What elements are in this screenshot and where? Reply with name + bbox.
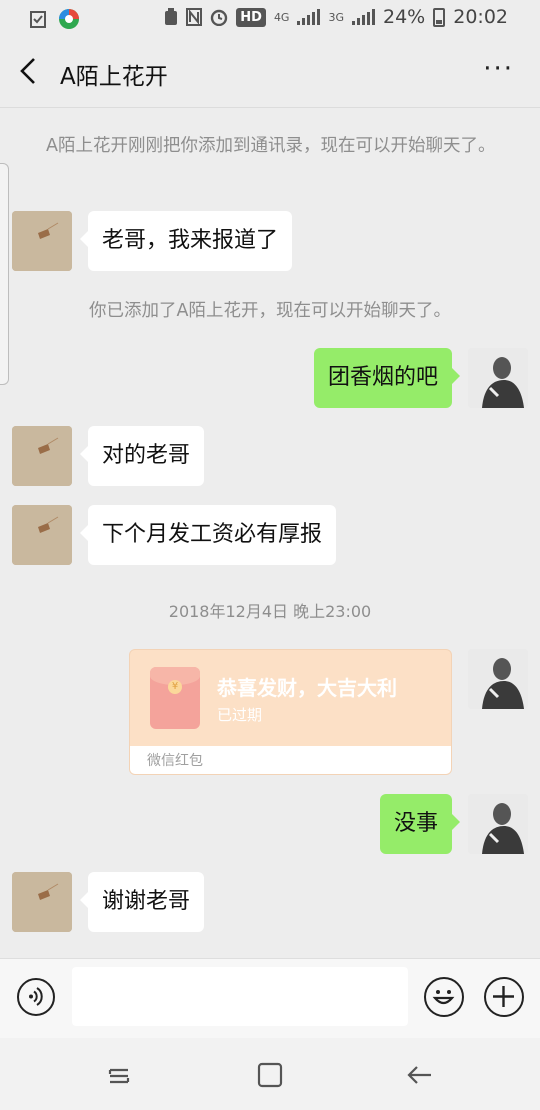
my-avatar-image [468, 649, 528, 709]
red-packet-title: 恭喜发财，大吉大利 [217, 676, 397, 700]
plus-icon [493, 986, 514, 1007]
contact-avatar-image [12, 872, 72, 932]
message-input[interactable] [72, 967, 408, 1026]
checkbox-notification-icon [30, 11, 46, 28]
red-packet-status: 已过期 [217, 706, 263, 724]
red-packet-footer: 微信红包 [130, 746, 451, 774]
my-avatar[interactable] [468, 348, 528, 408]
contact-avatar-image [12, 426, 72, 486]
battery-percent: 24% [383, 6, 426, 28]
red-packet-body: ¥ 恭喜发财，大吉大利 已过期 [130, 650, 451, 747]
signal-4g-icon [297, 9, 321, 25]
alarm-icon [211, 9, 228, 26]
message-bubble-received[interactable]: 对的老哥 [79, 426, 205, 486]
status-right-icons: HD 4G 3G 24% 20:02 [164, 6, 508, 28]
more-options-icon[interactable]: ··· [483, 54, 514, 84]
system-message: 你已添加了A陌上花开，现在可以开始聊天了。 [89, 301, 451, 321]
system-navigation-bar [0, 1038, 540, 1110]
my-avatar-image [468, 348, 528, 408]
clock: 20:02 [453, 6, 508, 28]
red-packet-label: 微信红包 [147, 753, 203, 769]
my-avatar[interactable] [468, 794, 528, 854]
app-notification-icon [59, 9, 79, 29]
contact-avatar-image [12, 211, 72, 271]
emoji-button[interactable] [424, 977, 464, 1017]
red-packet-envelope-icon: ¥ [150, 667, 200, 729]
signal-3g-icon [352, 9, 375, 25]
home-icon[interactable] [255, 1060, 285, 1090]
red-packet-coin: ¥ [168, 680, 182, 694]
voice-wave-icon [29, 987, 43, 1006]
message-bubble-sent[interactable]: 没事 [379, 794, 461, 854]
message-timestamp: 2018年12月4日 晚上23:00 [168, 602, 372, 621]
system-message: A陌上花开刚刚把你添加到通讯录，现在可以开始聊天了。 [46, 136, 496, 156]
red-packet-card[interactable]: ¥ 恭喜发财，大吉大利 已过期 微信红包 [129, 649, 452, 775]
contact-avatar[interactable] [12, 505, 72, 565]
status-left-icons [30, 8, 80, 30]
message-bubble-sent[interactable]: 团香烟的吧 [313, 348, 461, 408]
contact-avatar[interactable] [12, 426, 72, 486]
network-3g-label: 3G [328, 10, 344, 24]
contact-avatar-image [12, 505, 72, 565]
back-nav-icon[interactable] [405, 1060, 435, 1090]
input-bar [0, 958, 540, 1038]
chat-title: A陌上花开 [60, 64, 168, 90]
smiley-icon [432, 990, 455, 1005]
battery-icon [433, 7, 446, 27]
status-bar: HD 4G 3G 24% 20:02 [0, 0, 540, 38]
network-4g-label: 4G [273, 10, 290, 24]
message-bubble-received[interactable]: 谢谢老哥 [79, 872, 205, 932]
contact-avatar[interactable] [12, 872, 72, 932]
contact-avatar[interactable] [12, 211, 72, 271]
recycle-icon [165, 8, 178, 25]
message-bubble-received[interactable]: 下个月发工资必有厚报 [79, 505, 337, 565]
chat-area[interactable]: A陌上花开刚刚把你添加到通讯录，现在可以开始聊天了。 老哥，我来报道了 你已添加… [0, 108, 540, 958]
my-avatar[interactable] [468, 649, 528, 709]
back-arrow-icon[interactable] [14, 56, 44, 86]
message-bubble-received[interactable]: 老哥，我来报道了 [79, 211, 293, 271]
recent-apps-icon[interactable] [104, 1060, 134, 1090]
voice-input-button[interactable] [17, 978, 55, 1016]
my-avatar-image [468, 794, 528, 854]
chat-header: A陌上花开 ··· [0, 38, 540, 108]
add-attachment-button[interactable] [484, 977, 524, 1017]
hd-badge: HD [236, 7, 266, 27]
nfc-icon [186, 8, 203, 26]
